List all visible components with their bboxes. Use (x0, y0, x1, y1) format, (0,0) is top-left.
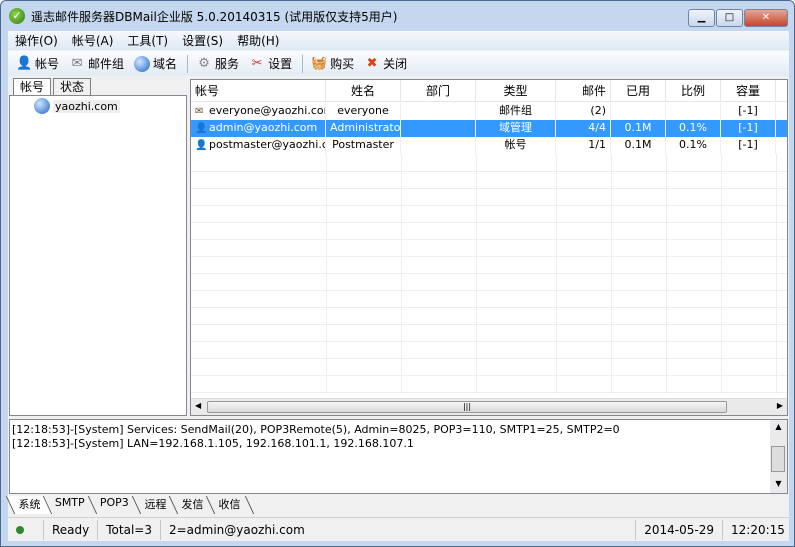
close-icon: ✖ (366, 55, 378, 71)
menu-tools[interactable]: 工具(T) (120, 32, 175, 49)
toolbar-service-button[interactable]: ⚙ 服务 (196, 55, 239, 72)
horizontal-scrollbar[interactable]: ◀ ||| ▶ (191, 398, 787, 415)
cell-mail: 1/1 (588, 138, 606, 151)
cell-mail: (2) (590, 104, 606, 117)
column-header-dept[interactable]: 部门 (401, 80, 476, 101)
toolbar-account-button[interactable]: 👤 帐号 (16, 55, 59, 72)
account-list: 帐号 姓名 部门 类型 邮件 已用 比例 容量 ✉ everyone@yaozhi.com eve… (190, 79, 788, 416)
toolbar-buy-button[interactable]: 🧺 购买 (311, 55, 354, 72)
left-panel: 帐号 状态 yaozhi.com (9, 77, 187, 416)
cell-quota: [-1] (738, 138, 758, 151)
tools-icon: ✂ (251, 55, 263, 71)
tree-item-domain[interactable]: yaozhi.com (34, 98, 120, 114)
column-header-mail[interactable]: 邮件 (556, 80, 611, 101)
app-logo-icon: ✓ (9, 8, 25, 24)
cell-quota: [-1] (738, 104, 758, 117)
cell-type: 域管理 (499, 121, 532, 134)
toolbar-domain-button[interactable]: 域名 (134, 55, 177, 72)
admin-user-icon: 👤 (195, 123, 208, 134)
status-bar: Ready Total=3 2=admin@yaozhi.com 2014-05… (8, 517, 789, 541)
column-header-used[interactable]: 已用 (611, 80, 666, 101)
table-row[interactable]: 👤 postmaster@yaozhi.c... Postmaster 帐号 1/1 0.… (191, 137, 787, 154)
cell-ratio: 0.1% (679, 121, 707, 134)
cell-mail: 4/4 (588, 121, 606, 134)
status-led-icon (16, 525, 24, 534)
close-button[interactable]: ✕ (744, 9, 788, 27)
status-total: Total=3 (98, 519, 161, 540)
column-header-account[interactable]: 帐号 (191, 80, 326, 101)
globe-icon (134, 55, 151, 72)
menu-help[interactable]: 帮助(H) (230, 32, 286, 49)
toolbar-settings-button[interactable]: ✂ 设置 (249, 55, 292, 72)
maximize-button[interactable]: □ (716, 9, 743, 27)
cell-account: postmaster@yaozhi.c... (209, 138, 326, 151)
table-row[interactable]: ✉ everyone@yaozhi.com everyone 邮件组 (2) [-1] (191, 103, 787, 120)
cell-name: Administrator (330, 121, 401, 134)
mail-group-icon: ✉ (195, 106, 204, 117)
scrollbar-thumb[interactable]: ||| (207, 401, 727, 413)
domain-tree: yaozhi.com (9, 95, 187, 416)
menu-account[interactable]: 帐号(A) (65, 32, 121, 49)
cell-account: admin@yaozhi.com (209, 121, 318, 134)
tab-accounts[interactable]: 帐号 (13, 78, 52, 95)
cell-ratio: 0.1% (679, 138, 707, 151)
menu-operate[interactable]: 操作(O) (8, 32, 65, 49)
tab-status[interactable]: 状态 (53, 78, 92, 95)
toolbar-mailgroup-button[interactable]: ✉ 邮件组 (69, 55, 124, 72)
cell-type: 邮件组 (499, 104, 532, 117)
vertical-scrollbar[interactable]: ▲ ▼ (770, 420, 787, 493)
menu-bar: 操作(O) 帐号(A) 工具(T) 设置(S) 帮助(H) (8, 31, 789, 50)
column-header-quota[interactable]: 容量 (721, 80, 776, 101)
status-selected: 2=admin@yaozhi.com (161, 519, 637, 540)
column-header-ratio[interactable]: 比例 (666, 80, 721, 101)
column-header-name[interactable]: 姓名 (326, 80, 401, 101)
status-date: 2014-05-29 (636, 519, 723, 540)
log-panel: [12:18:53]-[System] Services: SendMail(2… (9, 419, 788, 494)
column-header-extra[interactable] (776, 80, 787, 101)
cell-type: 帐号 (504, 138, 527, 151)
title-bar: ✓ 遥志邮件服务器DBMail企业版 5.0.20140315 (试用版仅支持5… (1, 1, 794, 31)
column-header-type[interactable]: 类型 (476, 80, 556, 101)
app-window: ✓ 遥志邮件服务器DBMail企业版 5.0.20140315 (试用版仅支持5… (0, 0, 795, 547)
list-header: 帐号 姓名 部门 类型 邮件 已用 比例 容量 (191, 80, 787, 102)
globe-icon (34, 98, 50, 114)
toolbar: 👤 帐号 ✉ 邮件组 域名 ⚙ 服务 ✂ 设置 🧺 购买 ✖ 关闭 (8, 51, 789, 76)
user-icon: 👤 (195, 140, 208, 151)
log-line: [12:18:53]-[System] Services: SendMail(2… (12, 423, 620, 436)
cell-account: everyone@yaozhi.com (209, 104, 326, 117)
cell-name: Postmaster (332, 138, 394, 151)
user-icon: 👤 (16, 55, 33, 71)
cell-used: 0.1M (624, 138, 652, 151)
mail-group-icon: ✉ (71, 55, 83, 71)
status-time: 12:20:15 (731, 522, 785, 537)
tab-receive[interactable]: 收信 (205, 496, 254, 514)
cell-name: everyone (337, 104, 389, 117)
basket-icon: 🧺 (311, 55, 328, 71)
minimize-button[interactable]: ▁ (688, 9, 715, 27)
toolbar-close-button[interactable]: ✖ 关闭 (364, 55, 407, 72)
window-title: 遥志邮件服务器DBMail企业版 5.0.20140315 (试用版仅支持5用户… (31, 9, 398, 24)
log-tabs: 系统 SMTP POP3 远程 发信 收信 (5, 496, 254, 514)
gear-icon: ⚙ (198, 55, 210, 71)
status-state: Ready (44, 519, 99, 540)
cell-quota: [-1] (738, 121, 758, 134)
table-row[interactable]: 👤 admin@yaozhi.com Administrator 域管理 4/4 0.1M… (191, 120, 787, 137)
menu-settings[interactable]: 设置(S) (175, 32, 230, 49)
cell-used: 0.1M (624, 121, 652, 134)
log-line: [12:18:53]-[System] LAN=192.168.1.105, 1… (12, 437, 414, 450)
